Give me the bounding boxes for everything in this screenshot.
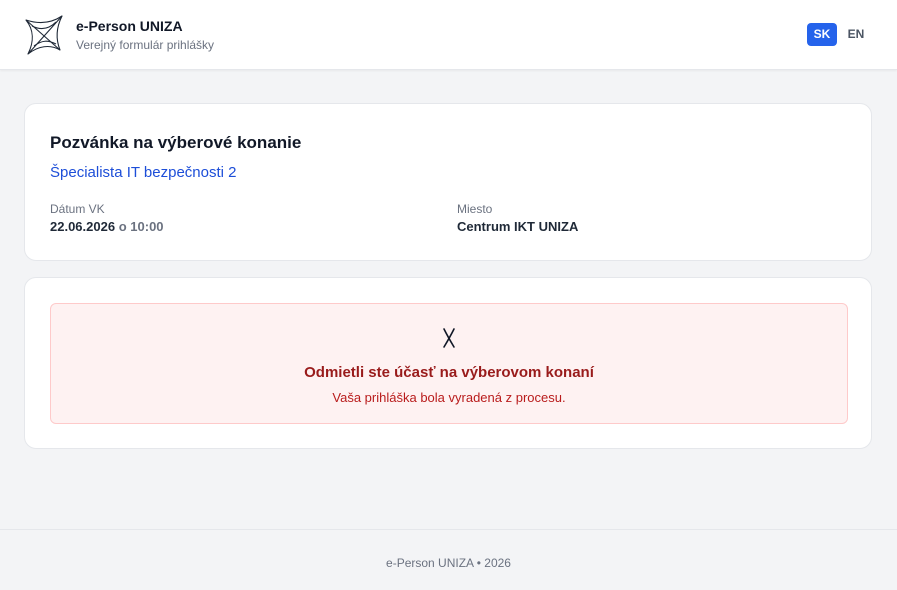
star-outline-logo-icon (25, 15, 63, 55)
invitation-title: Pozvánka na výberové konanie (50, 133, 302, 152)
date-value: 22.06.2026 o 10:00 (50, 219, 164, 234)
alert-title: Odmietli ste účasť na výberovom konaní (304, 364, 594, 381)
date-text: 22.06.2026 (50, 219, 116, 234)
language-en-button[interactable]: EN (842, 23, 870, 46)
declined-alert: Odmietli ste účasť na výberovom konaní V… (50, 303, 848, 424)
place-value: Centrum IKT UNIZA (457, 219, 579, 234)
place-label: Miesto (457, 202, 493, 216)
position-name: Špecialista IT bezpečnosti 2 (50, 164, 237, 181)
app-title: e-Person UNIZA (76, 18, 183, 34)
time-prefix: o (118, 219, 127, 234)
app-header: e-Person UNIZA Verejný formulár prihlášk… (0, 0, 897, 70)
page-footer: e-Person UNIZA • 2026 (0, 529, 897, 590)
date-label: Dátum VK (50, 202, 105, 216)
x-icon (443, 328, 455, 348)
app-subtitle: Verejný formulár prihlášky (76, 38, 215, 52)
status-card: Odmietli ste účasť na výberovom konaní V… (24, 277, 872, 449)
time-value: 10:00 (130, 219, 164, 234)
footer-text: e-Person UNIZA • 2026 (386, 556, 511, 570)
alert-message: Vaša prihláška bola vyradená z procesu. (332, 390, 566, 405)
language-sk-button[interactable]: SK (807, 23, 837, 46)
invitation-card: Pozvánka na výberové konanie Špecialista… (24, 103, 872, 261)
